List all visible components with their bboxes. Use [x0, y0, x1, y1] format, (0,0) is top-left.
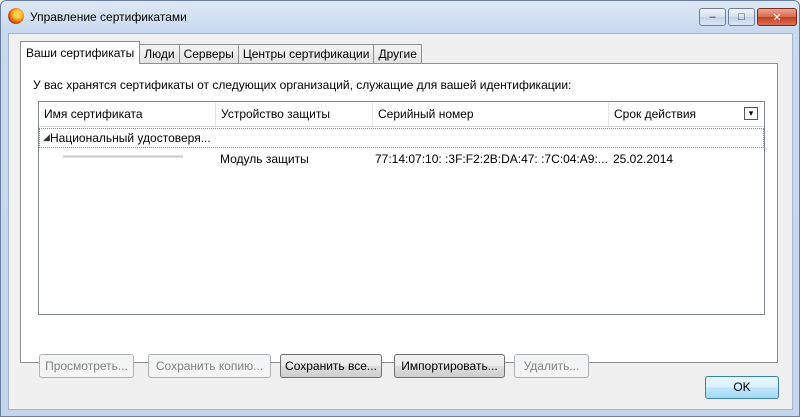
- tab-people[interactable]: Люди: [139, 44, 180, 64]
- tab-servers[interactable]: Серверы: [178, 44, 239, 64]
- column-security-device[interactable]: Устройство защиты: [216, 102, 373, 127]
- certificate-manager-window: Управление сертификатами – □ ✕ Ваши серт…: [0, 0, 800, 417]
- maximize-button[interactable]: □: [728, 8, 755, 26]
- close-button[interactable]: ✕: [757, 8, 797, 26]
- window-title: Управление сертификатами: [30, 10, 187, 24]
- backup-button[interactable]: Сохранить копию...: [148, 354, 271, 378]
- column-cert-name[interactable]: Имя сертификата: [39, 102, 216, 127]
- dialog-body: Ваши сертификаты Люди Серверы Центры сер…: [8, 33, 793, 410]
- tab-others[interactable]: Другие: [373, 44, 422, 64]
- tree-group-row[interactable]: ◢ Национальный удостоверя...: [39, 128, 764, 148]
- certificate-tree[interactable]: Имя сертификата Устройство защиты Серийн…: [38, 101, 765, 315]
- table-row[interactable]: Модуль защиты 77:14:07:10: :3F:F2:2B:DA:…: [39, 149, 764, 169]
- backup-all-button[interactable]: Сохранить все...: [280, 354, 382, 378]
- collapse-triangle-icon[interactable]: ◢: [43, 132, 50, 143]
- title-bar: Управление сертификатами – □ ✕: [1, 1, 799, 31]
- tab-your-certificates[interactable]: Ваши сертификаты: [20, 41, 141, 64]
- group-label: Национальный удостоверя...: [50, 131, 211, 145]
- import-button[interactable]: Импортировать...: [394, 354, 505, 378]
- column-picker-icon[interactable]: ▾: [744, 107, 758, 120]
- tab-panel: У вас хранятся сертификаты от следующих …: [20, 63, 778, 378]
- cell-serial: 77:14:07:10: :3F:F2:2B:DA:47: :7C:04:A9:…: [375, 152, 608, 166]
- tab-strip: Ваши сертификаты Люди Серверы Центры сер…: [20, 41, 422, 64]
- ok-button[interactable]: OK: [705, 376, 779, 399]
- cell-expires: 25.02.2014: [613, 152, 674, 166]
- view-button[interactable]: Просмотреть...: [39, 354, 134, 378]
- minimize-button[interactable]: –: [699, 8, 726, 26]
- tree-header: Имя сертификата Устройство защиты Серийн…: [39, 102, 764, 127]
- tab-authorities[interactable]: Центры сертификации: [237, 44, 375, 64]
- cert-name-redacted: [63, 152, 183, 162]
- delete-button[interactable]: Удалить...: [514, 354, 589, 378]
- cell-device: Модуль защиты: [220, 152, 309, 166]
- firefox-icon: [8, 8, 24, 24]
- info-text: У вас хранятся сертификаты от следующих …: [33, 78, 572, 92]
- column-serial-number[interactable]: Серийный номер: [373, 102, 609, 127]
- column-expires[interactable]: Срок действия: [609, 102, 744, 127]
